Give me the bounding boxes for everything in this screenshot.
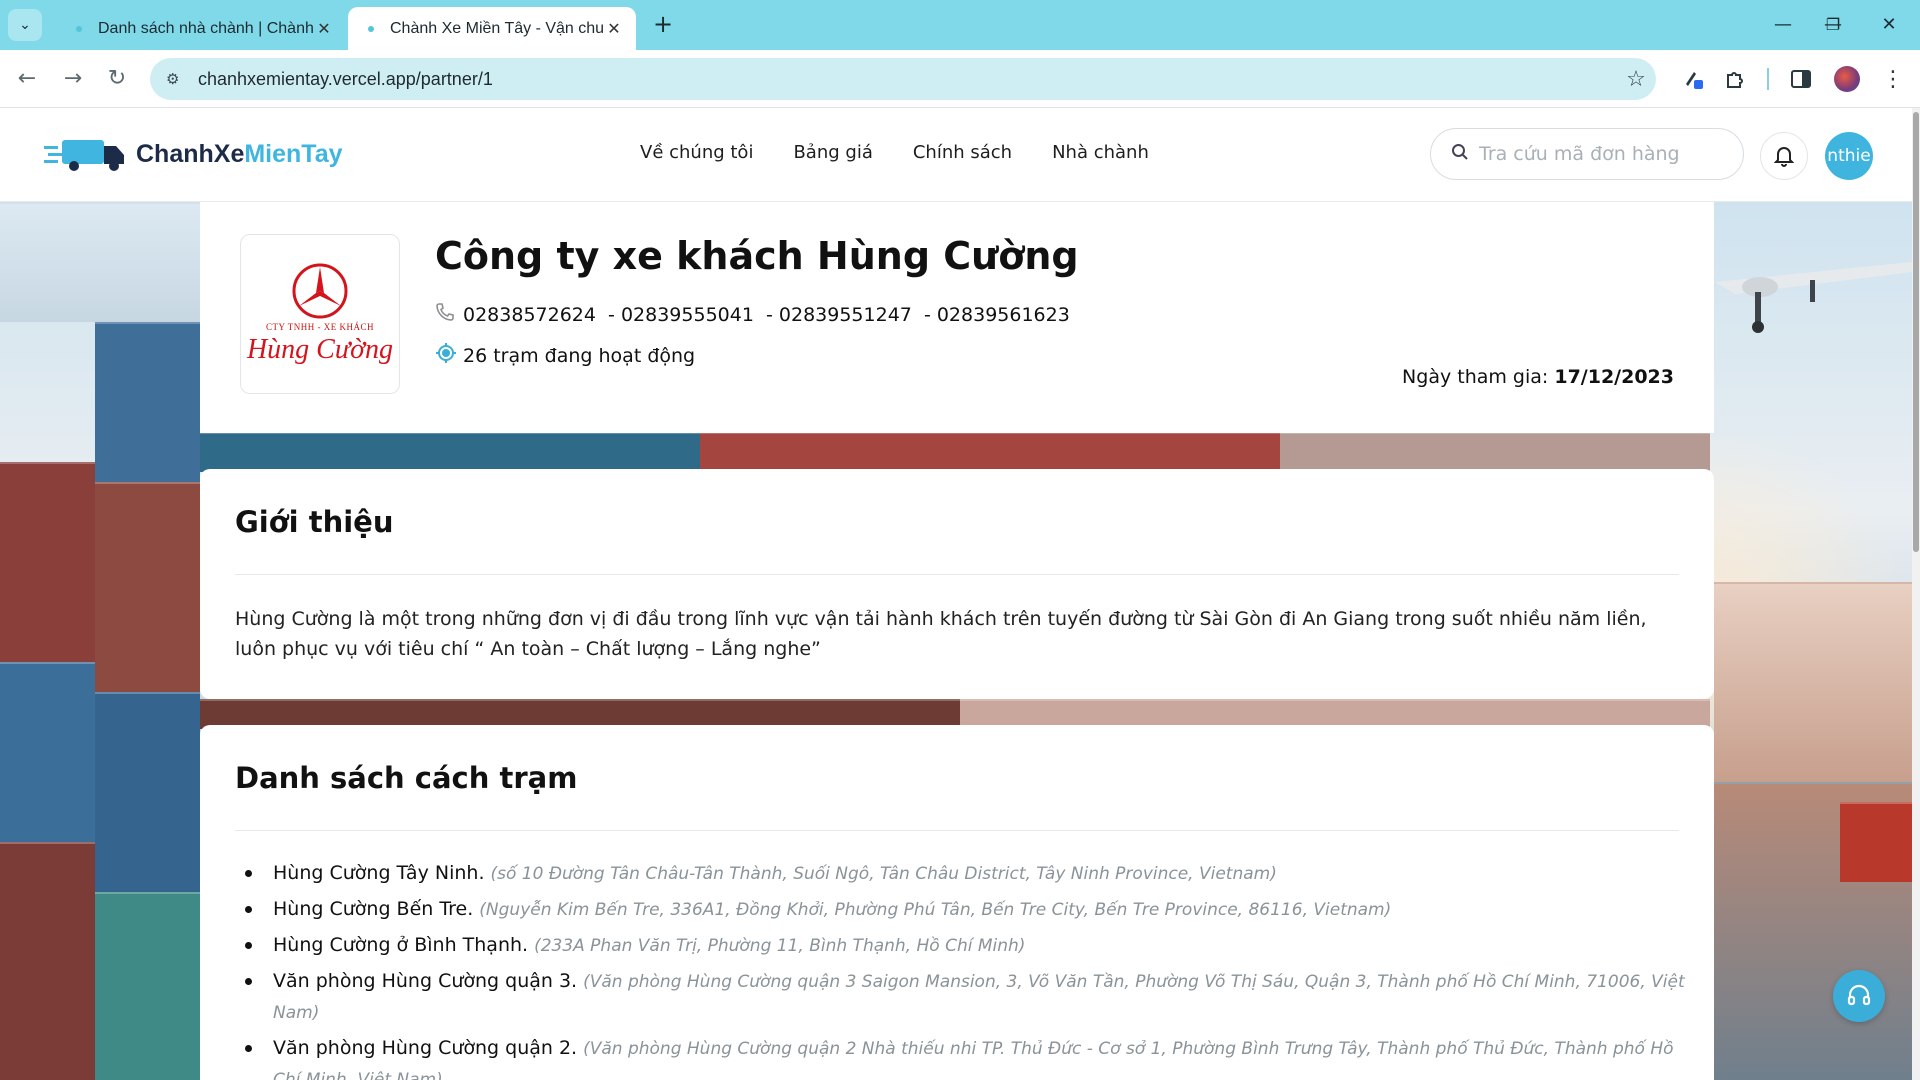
puzzle-icon[interactable] bbox=[1718, 62, 1752, 96]
browser-tabstrip: ⌄ Danh sách nhà chành | Chành X ✕ Chành … bbox=[0, 0, 1920, 50]
tab-title: Danh sách nhà chành | Chành X bbox=[98, 19, 314, 37]
support-headset-button[interactable] bbox=[1833, 970, 1885, 1022]
headset-icon bbox=[1847, 984, 1871, 1006]
search-icon bbox=[1451, 143, 1469, 166]
notification-bell-icon[interactable] bbox=[1760, 132, 1808, 180]
tab-title: Chành Xe Miền Tây - Vận chuyể bbox=[390, 19, 604, 37]
mercedes-star-icon bbox=[292, 263, 348, 319]
toolbar-separator bbox=[1767, 68, 1769, 90]
address-bar[interactable]: ⚙ chanhxemientay.vercel.app/partner/1 ☆ bbox=[150, 58, 1656, 100]
logo-text: ChanhXeMienTay bbox=[136, 139, 343, 168]
list-item: Văn phòng Hùng Cường quận 2. (Văn phòng H… bbox=[235, 1033, 1685, 1080]
active-stations: 26 trạm đang hoạt động bbox=[435, 342, 695, 369]
site-logo[interactable]: ChanhXeMienTay bbox=[44, 136, 343, 172]
tab-search-chevron-icon[interactable]: ⌄ bbox=[8, 9, 42, 41]
side-panel-icon[interactable] bbox=[1784, 62, 1818, 96]
partner-profile-card: CTY TNHH - XE KHÁCH Hùng Cường Công ty x… bbox=[200, 202, 1714, 433]
favicon-icon bbox=[76, 25, 82, 32]
station-list: Hùng Cường Tây Ninh. (số 10 Đường Tân Châ… bbox=[235, 858, 1685, 1080]
favicon-icon bbox=[368, 25, 374, 32]
divider bbox=[235, 830, 1679, 831]
new-tab-button[interactable]: + bbox=[648, 10, 678, 40]
forward-arrow-icon[interactable]: → bbox=[56, 62, 90, 96]
browser-tab-current[interactable]: Chành Xe Miền Tây - Vận chuyể ✕ bbox=[348, 7, 636, 50]
page-scrollbar[interactable] bbox=[1912, 108, 1920, 1080]
restore-icon[interactable]: ❐ bbox=[1810, 8, 1856, 42]
back-arrow-icon[interactable]: ← bbox=[10, 62, 44, 96]
join-date-value: 17/12/2023 bbox=[1554, 366, 1674, 388]
stations-card: Danh sách cách trạm Hùng Cường Tây Ninh.… bbox=[200, 725, 1714, 1080]
more-menu-icon[interactable]: ⋮ bbox=[1876, 62, 1910, 96]
delivery-truck-icon bbox=[44, 140, 124, 171]
bookmark-star-icon[interactable]: ☆ bbox=[1616, 67, 1656, 92]
divider bbox=[235, 574, 1679, 575]
tab-close-icon[interactable]: ✕ bbox=[314, 19, 334, 38]
reload-icon[interactable]: ↻ bbox=[100, 62, 134, 96]
intro-title: Giới thiệu bbox=[235, 505, 394, 539]
browser-toolbar: ← → ↻ ⚙ chanhxemientay.vercel.app/partne… bbox=[0, 50, 1920, 108]
company-name: Công ty xe khách Hùng Cường bbox=[435, 234, 1079, 278]
browser-tab-partner-list[interactable]: Danh sách nhà chành | Chành X ✕ bbox=[56, 7, 346, 50]
list-item: Hùng Cường Tây Ninh. (số 10 Đường Tân Châ… bbox=[235, 858, 1685, 889]
company-logo: CTY TNHH - XE KHÁCH Hùng Cường bbox=[240, 234, 400, 394]
profile-avatar-icon[interactable] bbox=[1830, 62, 1864, 96]
list-item: Hùng Cường Bến Tre. (Nguyễn Kim Bến Tre, … bbox=[235, 894, 1685, 925]
scrollbar-thumb[interactable] bbox=[1913, 112, 1919, 552]
close-window-icon[interactable]: ✕ bbox=[1866, 8, 1912, 42]
user-avatar[interactable]: nthie bbox=[1825, 132, 1873, 180]
nav-partners[interactable]: Nhà chành bbox=[1052, 142, 1149, 163]
phone-icon bbox=[435, 302, 463, 327]
order-search-input[interactable] bbox=[1479, 143, 1719, 165]
nav-about[interactable]: Về chúng tôi bbox=[640, 142, 753, 163]
airplane-icon bbox=[1715, 262, 1912, 333]
logo-subtitle: CTY TNHH - XE KHÁCH bbox=[266, 322, 374, 332]
minimize-icon[interactable]: — bbox=[1760, 8, 1806, 42]
intro-text: Hùng Cường là một trong những đơn vị đi … bbox=[235, 608, 1647, 660]
location-target-icon bbox=[435, 342, 463, 369]
main-nav: Về chúng tôi Bảng giá Chính sách Nhà chà… bbox=[640, 142, 1149, 163]
active-stations-text: 26 trạm đang hoạt động bbox=[463, 344, 696, 367]
order-search[interactable] bbox=[1430, 128, 1744, 180]
join-date: Ngày tham gia: 17/12/2023 bbox=[1402, 366, 1674, 388]
site-settings-icon[interactable]: ⚙ bbox=[166, 70, 184, 88]
logo-script: Hùng Cường bbox=[246, 334, 394, 365]
stations-title: Danh sách cách trạm bbox=[235, 761, 578, 795]
nav-pricing[interactable]: Bảng giá bbox=[793, 142, 872, 163]
phone-numbers: 02838572624 - 02839555041 - 02839551247 … bbox=[463, 303, 1070, 326]
list-item: Văn phòng Hùng Cường quận 3. (Văn phòng H… bbox=[235, 966, 1685, 1028]
intro-card: Giới thiệu Hùng Cường là một trong những… bbox=[200, 469, 1714, 699]
site-header: ChanhXeMienTay Về chúng tôi Bảng giá Chí… bbox=[0, 108, 1912, 202]
tab-close-icon[interactable]: ✕ bbox=[604, 19, 624, 38]
nav-policy[interactable]: Chính sách bbox=[913, 142, 1012, 163]
phone-list: 02838572624 - 02839555041 - 02839551247 … bbox=[435, 302, 1070, 327]
extension-icon[interactable] bbox=[1676, 62, 1710, 96]
url-text[interactable]: chanhxemientay.vercel.app/partner/1 bbox=[198, 69, 1616, 90]
list-item: Hùng Cường ở Bình Thạnh. (233A Phan Văn T… bbox=[235, 930, 1685, 961]
